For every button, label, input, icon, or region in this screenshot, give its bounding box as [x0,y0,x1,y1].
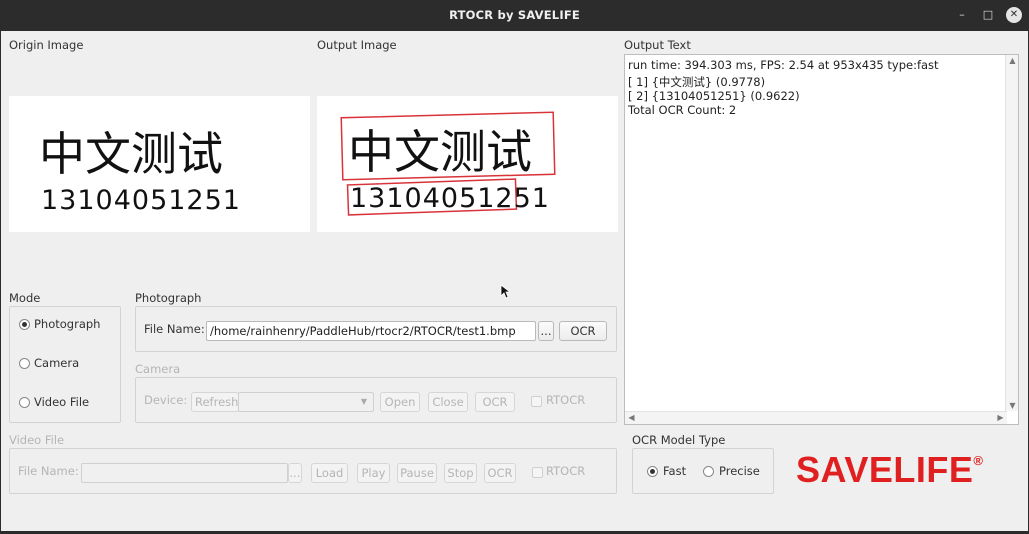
video-group: File Name: ... Load Play Pause Stop OCR … [9,448,617,494]
output-number-text: 13104051251 [350,183,550,214]
camera-group: Device: Refresh ▼ Open Close OCR RTOCR [135,377,617,423]
camera-close-button[interactable]: Close [428,392,468,412]
video-ocr-button[interactable]: OCR [484,463,516,483]
mode-photograph-radio[interactable] [19,319,30,330]
video-stop-button[interactable]: Stop [444,463,477,483]
video-rtocr-label[interactable]: RTOCR [546,464,585,478]
scroll-down-icon[interactable]: ▼ [1006,401,1019,410]
model-type-group: Fast Precise [632,448,774,494]
video-pause-button[interactable]: Pause [397,463,437,483]
video-load-button[interactable]: Load [311,463,348,483]
chevron-down-icon: ▼ [360,397,367,406]
vertical-scrollbar[interactable]: ▲ ▼ [1005,55,1018,411]
output-text-area[interactable]: run time: 394.303 ms, FPS: 2.54 at 953x4… [624,54,1019,425]
camera-open-button[interactable]: Open [380,392,420,412]
registered-mark: ® [973,453,984,468]
model-fast-label[interactable]: Fast [663,464,686,478]
camera-refresh-button[interactable]: Refresh [191,392,239,412]
window-title: RTOCR by SAVELIFE [449,8,580,22]
camera-rtocr-label[interactable]: RTOCR [546,393,585,407]
mouse-cursor-icon [500,284,510,299]
camera-ocr-button[interactable]: OCR [475,392,515,412]
video-file-label: File Name: [18,464,79,478]
origin-image-canvas: 中文测试 13104051251 [39,127,241,216]
handwritten-number-text: 13104051251 [41,185,241,216]
photograph-file-input[interactable]: /home/rainhenry/PaddleHub/rtocr2/RTOCR/t… [206,321,536,341]
title-bar: RTOCR by SAVELIFE – □ ✕ [0,0,1029,31]
mode-videofile-label[interactable]: Video File [34,395,89,409]
mode-photograph-label[interactable]: Photograph [34,317,100,331]
output-chinese-text: 中文测试 [348,125,532,179]
scroll-right-icon[interactable]: ▶ [994,413,1007,422]
camera-device-label: Device: [144,393,188,407]
model-precise-radio[interactable] [703,466,714,477]
output-line-result-1: [ 1] {中文测试} (0.9778) [628,75,766,89]
origin-image: 中文测试 13104051251 [9,96,310,232]
output-image-label: Output Image [317,38,397,52]
model-fast-radio[interactable] [647,466,658,477]
maximize-button[interactable]: □ [980,7,996,23]
model-type-label: OCR Model Type [632,433,726,447]
output-line-result-2: [ 2] {13104051251} (0.9622) [628,89,800,103]
camera-rtocr-checkbox[interactable] [531,396,542,407]
photograph-ocr-button[interactable]: OCR [559,321,607,341]
output-image: 中文测试 13104051251 [317,96,618,232]
photograph-file-label: File Name: [144,322,205,336]
model-precise-label[interactable]: Precise [719,464,760,478]
camera-device-select[interactable]: ▼ [238,392,374,412]
output-line-total: Total OCR Count: 2 [628,103,737,117]
output-text-label: Output Text [624,38,691,52]
video-browse-button[interactable]: ... [288,463,302,483]
photograph-group: File Name: /home/rainhenry/PaddleHub/rto… [135,306,617,352]
video-file-input[interactable] [81,463,288,483]
mode-camera-radio[interactable] [19,358,30,369]
video-group-label: Video File [9,433,65,447]
horizontal-scrollbar[interactable]: ◀ ▶ [625,411,1007,424]
mode-camera-label[interactable]: Camera [34,356,79,370]
origin-image-label: Origin Image [9,38,84,52]
scroll-up-icon[interactable]: ▲ [1006,56,1019,65]
logo-text: SAVELIFE [796,449,974,490]
mode-videofile-radio[interactable] [19,397,30,408]
handwritten-chinese-text: 中文测试 [39,127,223,181]
savelife-logo: SAVELIFE® [796,449,983,491]
close-window-button[interactable]: ✕ [1006,7,1022,23]
video-play-button[interactable]: Play [357,463,390,483]
scroll-left-icon[interactable]: ◀ [625,413,638,422]
photograph-group-label: Photograph [135,291,202,305]
photograph-browse-button[interactable]: ... [538,321,554,341]
output-line-runtime: run time: 394.303 ms, FPS: 2.54 at 953x4… [628,58,939,72]
mode-group: Photograph Camera Video File [9,306,121,423]
video-rtocr-checkbox[interactable] [532,467,543,478]
output-image-canvas: 中文测试 13104051251 [340,111,556,216]
minimize-button[interactable]: – [954,7,970,23]
camera-group-label: Camera [135,362,181,376]
mode-label: Mode [9,291,41,305]
